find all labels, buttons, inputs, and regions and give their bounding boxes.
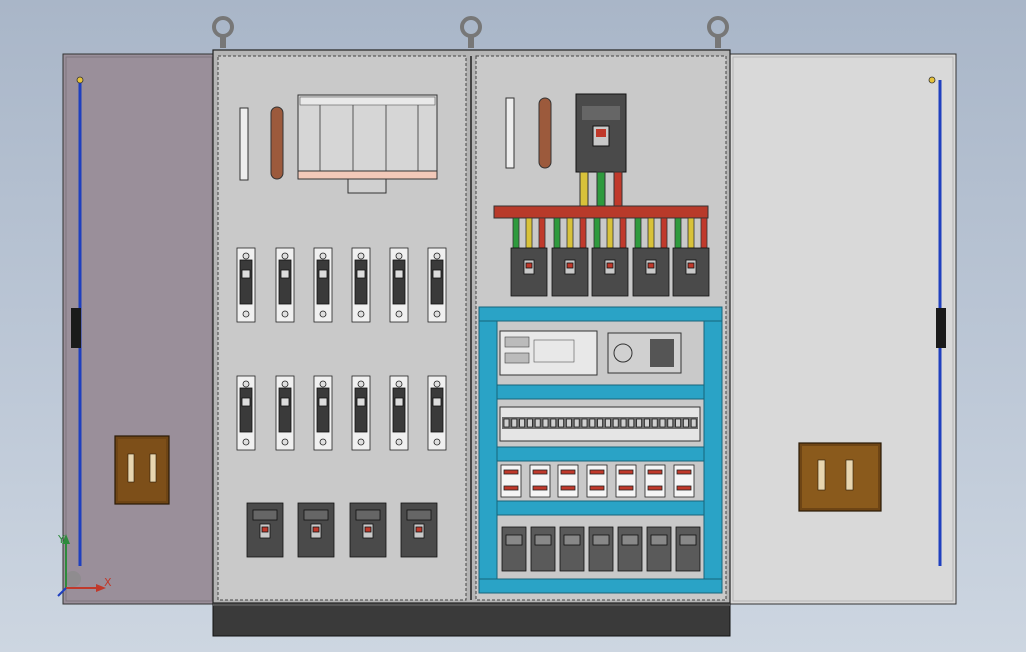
terminal-block-icon — [505, 97, 515, 169]
busbar-icon — [270, 106, 284, 180]
power-supply-icon — [607, 332, 682, 374]
busbar-icon — [538, 97, 552, 169]
contactor-icon — [501, 526, 527, 572]
x-axis-label: X — [104, 576, 112, 589]
hinge-icon — [71, 308, 81, 348]
plc-icon — [499, 330, 598, 376]
contactor-icon — [588, 526, 614, 572]
cabinet-model: Y X — [57, 16, 957, 637]
y-axis-label: Y — [57, 533, 65, 546]
left-door[interactable] — [62, 53, 216, 605]
hinge-icon — [936, 308, 946, 348]
contactor-icon — [559, 526, 585, 572]
lifting-eye-icon — [460, 16, 482, 48]
lifting-eye-icon — [212, 16, 234, 48]
contactor-icon — [530, 526, 556, 572]
circuit-breaker-icon — [575, 93, 627, 173]
right-door[interactable] — [729, 53, 957, 605]
busbar-icon — [493, 205, 709, 219]
contactor-icon — [675, 526, 701, 572]
contactor-icon — [617, 526, 643, 572]
cad-viewport[interactable]: Y X — [0, 0, 1026, 652]
din-section-top — [478, 306, 723, 322]
contactor-icon — [646, 526, 672, 572]
terminal-block-icon — [239, 107, 249, 181]
door-handle-icon[interactable] — [114, 435, 170, 505]
door-handle-icon[interactable] — [798, 442, 882, 512]
main-disconnect — [297, 94, 438, 194]
lifting-eye-icon — [707, 16, 729, 48]
